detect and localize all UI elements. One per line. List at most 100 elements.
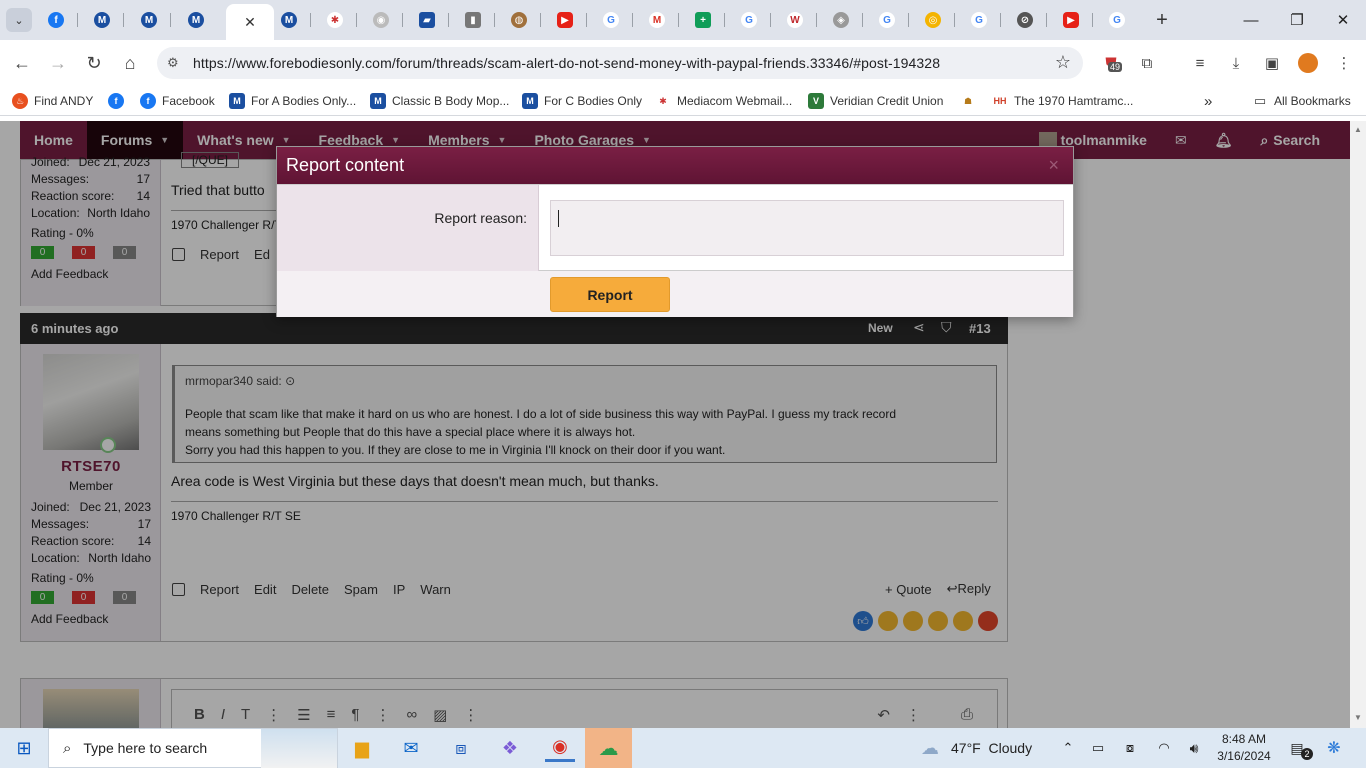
file-explorer-icon[interactable]: ▆ (348, 734, 376, 762)
tab-mediacom[interactable]: ✱ (313, 6, 357, 34)
tab-search-button[interactable]: ⌄ (6, 8, 32, 32)
veridian-icon: V (808, 93, 824, 109)
side-panel-icon[interactable]: ▣ (1261, 52, 1283, 74)
battery-icon[interactable]: ▭ (1084, 734, 1112, 762)
windows-start-icon[interactable]: ⊞ (10, 734, 38, 762)
notifications-icon[interactable]: ▤ 2 (1283, 734, 1313, 762)
bookmark-veridian[interactable]: V Veridian Credit Union (808, 92, 943, 110)
tab-w[interactable]: W (773, 6, 817, 34)
tab-google-1[interactable]: G (589, 6, 633, 34)
store-icon[interactable]: ⧈ (447, 734, 475, 762)
tab-google-2[interactable]: G (727, 6, 771, 34)
profile-avatar[interactable] (1297, 52, 1319, 74)
back-button[interactable]: ← (8, 50, 36, 76)
weather-text[interactable]: 47°F Cloudy (951, 740, 1032, 756)
app-icon: ☗ (960, 93, 976, 109)
page-scrollbar[interactable]: ▲ ▼ (1350, 121, 1366, 728)
tab-9[interactable]: ◍ (497, 6, 541, 34)
address-bar[interactable]: ⚙ https://www.forebodiesonly.com/forum/t… (157, 47, 1083, 79)
tab-facebook[interactable]: f (34, 6, 78, 34)
copilot-icon[interactable]: ❖ (496, 734, 524, 762)
upload-cloud-icon[interactable]: ☁ (585, 728, 632, 768)
report-submit-button[interactable]: Report (550, 277, 670, 312)
google-icon: G (1109, 12, 1125, 28)
tab-gmail[interactable]: M (635, 6, 679, 34)
folder-icon: ▭ (1252, 93, 1268, 109)
bookmark-hamtramck[interactable]: HH The 1970 Hamtramc... (992, 92, 1133, 110)
tab-7[interactable]: ▰ (405, 6, 449, 34)
bookmark-9[interactable]: ☗ (960, 92, 982, 110)
tab-mopar-2[interactable]: M (127, 6, 171, 34)
tab-12[interactable]: ◈ (819, 6, 863, 34)
site-info-icon[interactable]: ⚙ (167, 55, 179, 71)
url-text: https://www.forebodiesonly.com/forum/thr… (193, 55, 941, 71)
facebook-icon: f (140, 93, 156, 109)
scroll-up-arrow[interactable]: ▲ (1354, 125, 1362, 134)
all-bookmarks-button[interactable]: ▭ All Bookmarks (1252, 92, 1351, 110)
new-tab-button[interactable]: + (1150, 8, 1174, 32)
tab-mopar-3[interactable]: M (174, 6, 218, 34)
tab-sheets[interactable]: + (681, 6, 725, 34)
tab-google-5[interactable]: G (1095, 6, 1139, 34)
tab-6[interactable]: ◉ (359, 6, 403, 34)
extension-shield-icon[interactable]: ⛊49 (1100, 52, 1123, 74)
bookmark-facebook-icon[interactable]: f (108, 92, 130, 110)
close-icon[interactable]: × (1048, 155, 1059, 176)
reload-button[interactable]: ↻ (80, 50, 108, 76)
tab-mopar-4[interactable]: M (267, 6, 311, 34)
taskbar-search[interactable]: ⌕ Type here to search (48, 728, 338, 768)
download-icon[interactable]: ⤓ (1225, 52, 1247, 74)
widgets-icon[interactable]: ❋ (1320, 734, 1348, 762)
display-icon[interactable]: ⧇ (1116, 734, 1144, 762)
mopar-icon: M (522, 93, 538, 109)
plus-icon: + (1156, 8, 1168, 31)
minimize-button[interactable]: — (1228, 0, 1274, 40)
bookmark-a-bodies[interactable]: M For A Bodies Only... (229, 92, 356, 110)
tab-google-4[interactable]: G (957, 6, 1001, 34)
google-icon: G (971, 12, 987, 28)
bookmarks-bar: ♨ Find ANDY f f Facebook M For A Bodies Onl… (0, 86, 1366, 116)
restore-button[interactable]: ❐ (1274, 0, 1320, 40)
bookmarks-overflow-button[interactable]: » (1204, 92, 1212, 110)
bookmark-facebook[interactable]: f Facebook (140, 92, 215, 110)
reading-list-icon[interactable]: ≡ (1189, 52, 1211, 74)
app-icon: ▰ (419, 12, 435, 28)
mail-icon[interactable]: ✉ (397, 734, 425, 762)
home-button[interactable]: ⌂ (116, 50, 144, 76)
app-icon: ◉ (373, 12, 389, 28)
close-icon[interactable]: ✕ (244, 14, 256, 31)
dialog-title: Report content (277, 147, 1073, 184)
tab-google-3[interactable]: G (865, 6, 909, 34)
app-icon: ◍ (511, 12, 527, 28)
tab-chrome[interactable]: ◎ (911, 6, 955, 34)
tab-youtube-2[interactable]: ▶ (1049, 6, 1093, 34)
clock[interactable]: 8:48 AM 3/16/2024 (1214, 731, 1274, 765)
wifi-icon[interactable]: ◠ (1150, 734, 1178, 762)
mopar-icon: M (370, 93, 386, 109)
volume-icon[interactable]: 🔊︎ (1180, 734, 1208, 762)
hh-icon: HH (992, 93, 1008, 109)
menu-kebab-icon[interactable]: ⋮ (1333, 52, 1355, 74)
chevron-up-icon[interactable]: ⌃ (1054, 734, 1082, 762)
extensions-puzzle-icon[interactable]: ⧉ (1136, 52, 1158, 74)
home-icon: ⌂ (124, 52, 136, 73)
tab-8[interactable]: ▮ (451, 6, 495, 34)
report-dialog: Report content × Report reason: Report (276, 146, 1074, 317)
bookmark-star-icon[interactable]: ☆ (1055, 52, 1071, 73)
mopar-icon: M (281, 12, 297, 28)
forward-button[interactable]: → (44, 50, 72, 76)
bookmark-mediacom[interactable]: ✱ Mediacom Webmail... (655, 92, 792, 110)
mopar-icon: M (94, 12, 110, 28)
google-icon: G (879, 12, 895, 28)
app-icon: ▮ (465, 12, 481, 28)
bookmark-find-andy[interactable]: ♨ Find ANDY (12, 92, 93, 110)
tab-mopar-1[interactable]: M (80, 6, 124, 34)
report-reason-input[interactable] (550, 200, 1064, 256)
scroll-down-arrow[interactable]: ▼ (1354, 713, 1362, 722)
close-window-button[interactable]: ✕ (1320, 0, 1366, 40)
bookmark-b-body[interactable]: M Classic B Body Mop... (370, 92, 509, 110)
bookmark-c-bodies[interactable]: M For C Bodies Only (522, 92, 642, 110)
tab-youtube[interactable]: ▶ (543, 6, 587, 34)
tab-15[interactable]: ⊘ (1003, 6, 1047, 34)
chrome-taskbar-icon[interactable]: ◉ (545, 734, 575, 762)
